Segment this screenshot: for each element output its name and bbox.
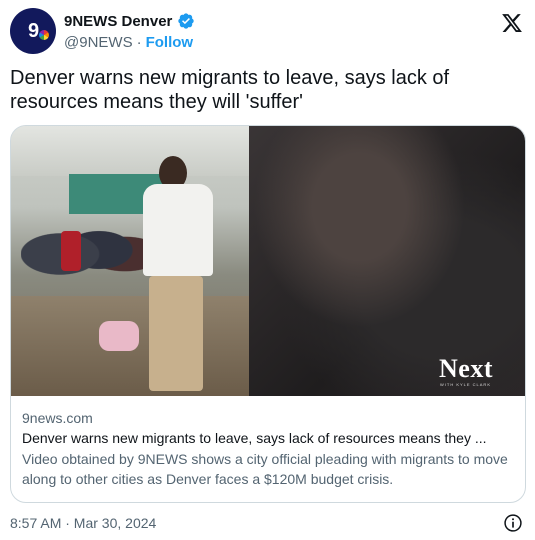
card-media[interactable]: Next WITH KYLE CLARK xyxy=(11,126,525,396)
avatar-text: 9 xyxy=(27,19,39,42)
next-logo-subtext: WITH KYLE CLARK xyxy=(439,382,491,387)
follow-button[interactable]: Follow xyxy=(146,34,194,51)
next-logo: Next xyxy=(439,354,493,383)
display-name[interactable]: 9NEWS Denver xyxy=(64,13,172,30)
video-still-photo xyxy=(11,126,249,396)
separator-dot: · xyxy=(136,34,142,51)
card-description: Video obtained by 9NEWS shows a city off… xyxy=(22,451,508,487)
tweet-timestamp[interactable]: 8:57 AM · Mar 30, 2024 xyxy=(10,515,156,531)
peacock-icon xyxy=(39,30,49,40)
card-title[interactable]: Denver warns new migrants to leave, says… xyxy=(22,430,517,446)
handle[interactable]: @9NEWS xyxy=(64,34,133,51)
avatar[interactable]: 9 xyxy=(10,8,56,54)
x-logo-icon[interactable] xyxy=(501,12,523,34)
card-info: 9news.com Denver warns new migrants to l… xyxy=(22,410,517,489)
tweet-text: Denver warns new migrants to leave, says… xyxy=(10,67,450,113)
info-icon[interactable] xyxy=(503,513,523,533)
name-row: 9NEWS Denver xyxy=(64,12,195,30)
tweet-header: 9 9NEWS Denver @9NEWS · Follow xyxy=(8,6,527,58)
link-card[interactable]: Next WITH KYLE CLARK 9news.com Denver wa… xyxy=(10,125,526,503)
card-domain: 9news.com xyxy=(22,410,93,426)
verified-badge-icon[interactable] xyxy=(177,12,195,30)
handle-row: @9NEWS · Follow xyxy=(64,34,193,51)
